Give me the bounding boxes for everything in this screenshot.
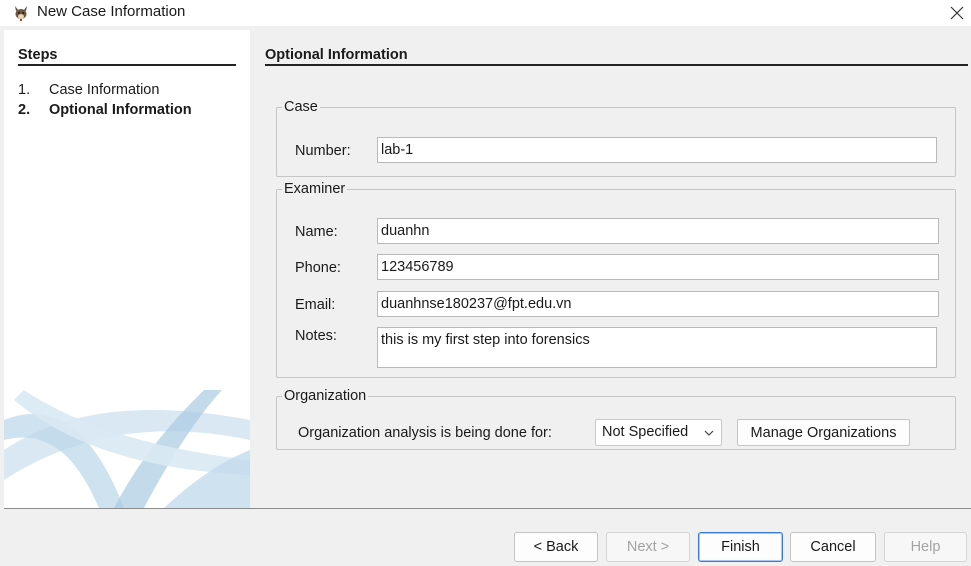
examiner-legend: Examiner xyxy=(284,181,346,197)
organization-legend: Organization xyxy=(284,388,367,404)
case-legend: Case xyxy=(284,99,318,115)
content-header: Optional Information xyxy=(265,47,968,66)
steps-header: Steps xyxy=(18,47,236,66)
close-button[interactable] xyxy=(942,0,971,26)
step-optional-information: 2. Optional Information xyxy=(18,102,192,118)
manage-organizations-button[interactable]: Manage Organizations xyxy=(737,419,910,446)
step-label: Case Information xyxy=(49,82,160,98)
examiner-phone-input[interactable] xyxy=(377,254,939,280)
next-button[interactable]: Next > xyxy=(606,532,690,562)
footer-divider xyxy=(4,508,971,509)
organization-selected-value: Not Specified xyxy=(602,424,689,440)
close-icon xyxy=(950,6,963,20)
step-number: 2. xyxy=(18,102,31,118)
examiner-name-input[interactable] xyxy=(377,218,939,244)
organization-analysis-label: Organization analysis is being done for: xyxy=(298,425,552,441)
step-number: 1. xyxy=(18,82,31,98)
back-button[interactable]: < Back xyxy=(514,532,598,562)
organization-select[interactable]: Not Specified xyxy=(595,419,722,446)
examiner-phone-label: Phone: xyxy=(295,260,341,276)
decorative-swoosh xyxy=(4,390,250,508)
examiner-notes-label: Notes: xyxy=(295,328,337,344)
autopsy-dog-icon xyxy=(15,6,27,21)
examiner-notes-textarea[interactable]: this is my first step into forensics xyxy=(377,327,937,368)
examiner-name-label: Name: xyxy=(295,224,338,240)
title-bar: New Case Information xyxy=(0,0,971,26)
step-case-information: 1. Case Information xyxy=(18,82,159,98)
finish-button[interactable]: Finish xyxy=(698,532,783,562)
step-label: Optional Information xyxy=(49,102,192,118)
window-title: New Case Information xyxy=(37,3,186,20)
cancel-button[interactable]: Cancel xyxy=(790,532,876,562)
examiner-email-label: Email: xyxy=(295,297,336,313)
help-button[interactable]: Help xyxy=(884,532,967,562)
case-number-label: Number: xyxy=(295,143,351,159)
examiner-email-input[interactable] xyxy=(377,291,939,317)
chevron-down-icon xyxy=(704,430,714,436)
steps-panel: Steps 1. Case Information 2. Optional Info… xyxy=(4,30,250,508)
case-number-input[interactable] xyxy=(377,137,937,163)
